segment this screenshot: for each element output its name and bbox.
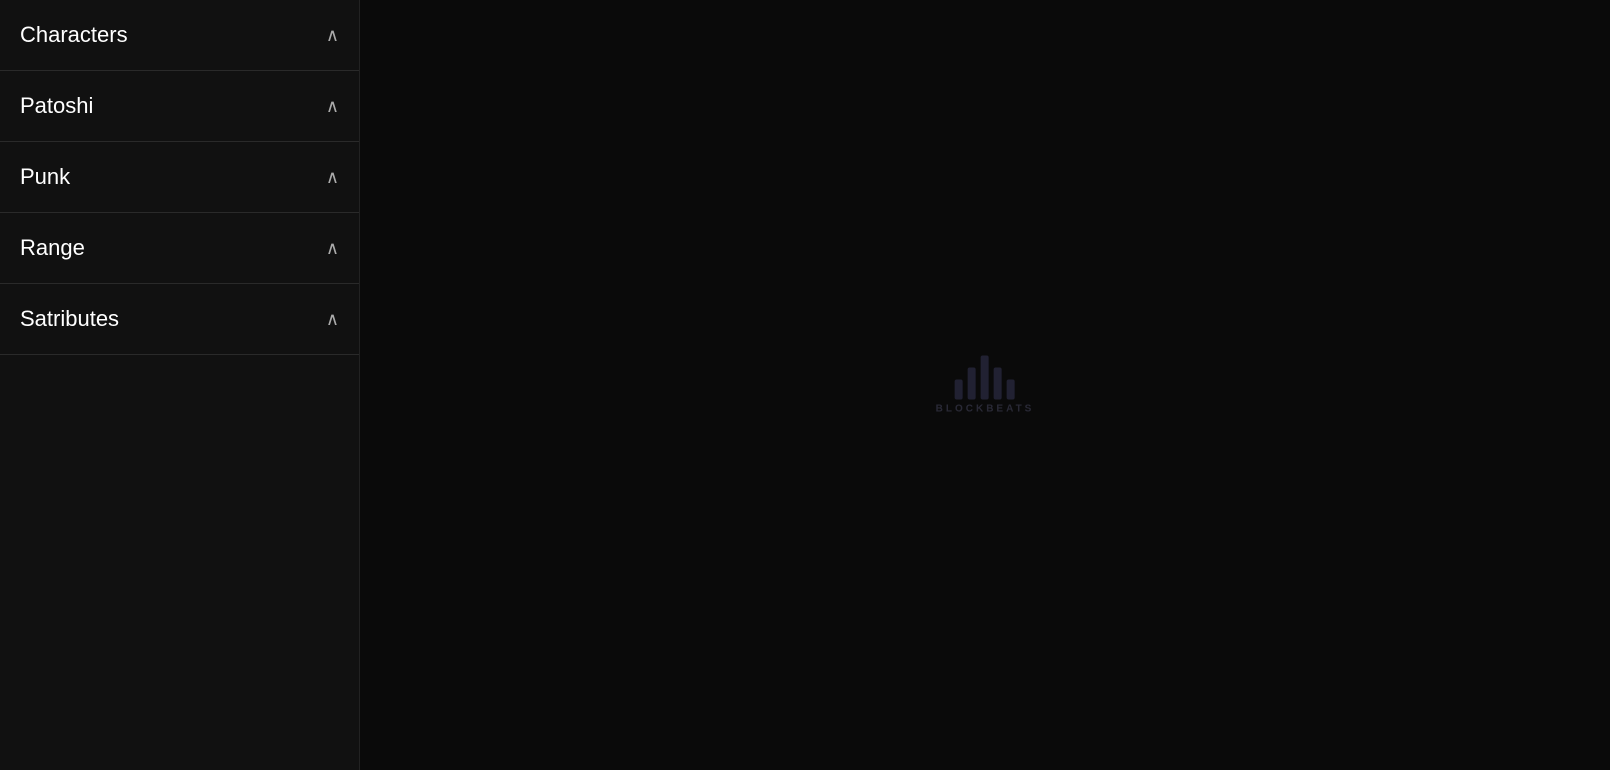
sidebar-item-satributes[interactable]: Satributes ∧ — [0, 284, 359, 355]
watermark-bar — [1007, 380, 1015, 400]
sidebar-label-characters: Characters — [20, 22, 128, 48]
sidebar: Characters∧Patoshi∧Punk∧Range∧Satributes… — [0, 0, 360, 770]
watermark-bar — [981, 356, 989, 400]
watermark-label: BLOCKBEATS — [936, 404, 1035, 415]
chevron-up-icon: ∧ — [326, 96, 339, 117]
sidebar-label-satributes: Satributes — [20, 306, 119, 332]
sidebar-item-characters[interactable]: Characters ∧ — [0, 0, 359, 71]
sidebar-item-range[interactable]: Range ∧ — [0, 213, 359, 284]
chevron-up-icon: ∧ — [326, 25, 339, 46]
main-content: BLOCKBEATS — [360, 0, 1610, 770]
watermark-bar — [955, 380, 963, 400]
watermark-bars — [955, 356, 1015, 400]
chevron-up-icon: ∧ — [326, 238, 339, 259]
chevron-up-icon: ∧ — [326, 309, 339, 330]
sidebar-label-punk: Punk — [20, 164, 70, 190]
sidebar-item-patoshi[interactable]: Patoshi ∧ — [0, 71, 359, 142]
watermark-bar — [968, 368, 976, 400]
watermark: BLOCKBEATS — [936, 356, 1035, 415]
sidebar-item-punk[interactable]: Punk ∧ — [0, 142, 359, 213]
chevron-up-icon: ∧ — [326, 167, 339, 188]
sidebar-label-patoshi: Patoshi — [20, 93, 93, 119]
sidebar-label-range: Range — [20, 235, 85, 261]
watermark-bar — [994, 368, 1002, 400]
